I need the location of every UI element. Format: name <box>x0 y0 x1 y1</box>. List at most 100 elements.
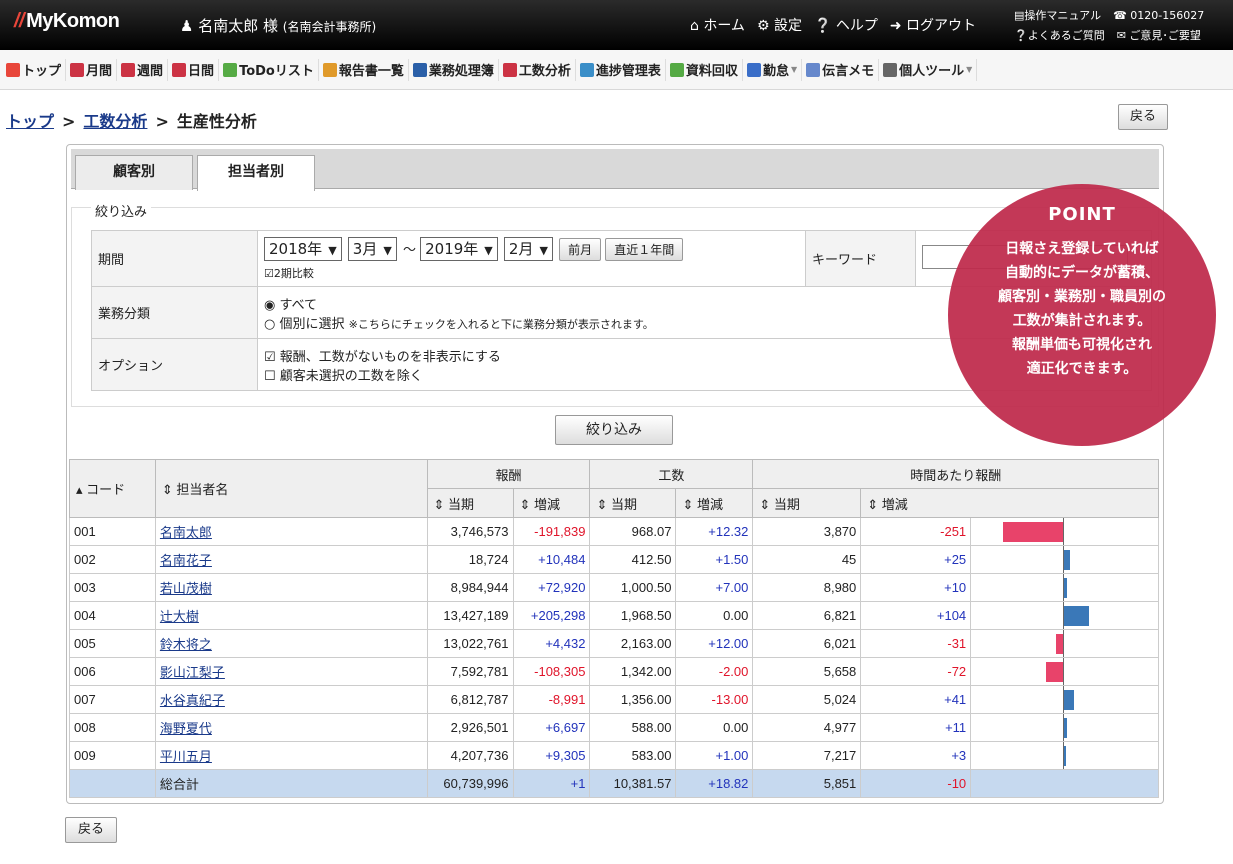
breadcrumb-top[interactable]: トップ <box>6 112 54 131</box>
rate-diff: -31 <box>860 629 972 658</box>
toolbar-item[interactable]: 工数分析 <box>499 58 576 81</box>
toolbar-icon <box>883 62 898 77</box>
faq-link[interactable]: ❔よくあるご質問 <box>1014 26 1105 46</box>
point-callout: POINT 日報さえ登録していれば 自動的にデータが蓄積、 顧客別・業務別・職員… <box>948 184 1216 446</box>
col-fee-diff[interactable]: ⇕ 増減 <box>512 488 591 518</box>
nav-home[interactable]: ⌂ ホーム <box>690 15 745 35</box>
staff-name-cell: 名南太郎 <box>154 517 428 546</box>
toolbar-item[interactable]: 勤怠 ▼ <box>743 58 803 81</box>
feedback-link[interactable]: ✉ ご意見･ご要望 <box>1117 26 1201 46</box>
fee-diff: -108,305 <box>512 657 591 686</box>
compare-checkbox[interactable]: ☑2期比較 <box>264 265 799 281</box>
toolbar-item[interactable]: 進捗管理表 <box>576 58 666 81</box>
option-label: オプション <box>91 338 258 391</box>
sort-icon: ⇕ <box>867 496 882 512</box>
back-button[interactable]: 戻る <box>1118 104 1168 130</box>
toolbar-icon <box>172 62 187 77</box>
nav-logout[interactable]: ➜ ログアウト <box>890 15 976 35</box>
chevron-down-icon: ▼ <box>484 243 493 257</box>
staff-name-cell: 海野夏代 <box>154 713 428 742</box>
book-icon: ▤ <box>1014 9 1025 22</box>
sort-icon: ⇕ <box>759 496 774 512</box>
to-month-select[interactable]: 2月 ▼ <box>503 236 553 261</box>
rate-diff: +41 <box>860 685 972 714</box>
col-fee-current[interactable]: ⇕ 当期 <box>426 488 514 518</box>
to-year-select[interactable]: 2019年 ▼ <box>420 236 498 261</box>
fee-diff: +72,920 <box>512 573 591 602</box>
col-code[interactable]: ▴ コード <box>69 459 156 518</box>
app-logo[interactable]: //MyKomon <box>14 10 120 33</box>
recent-year-button[interactable]: 直近１年間 <box>605 237 684 261</box>
phone-number: ☎ 0120-156027 <box>1113 9 1205 22</box>
period-label: 期間 <box>91 230 258 287</box>
chevron-down-icon: ▼ <box>383 243 392 257</box>
chevron-down-icon: ▼ <box>790 65 798 74</box>
breadcrumb-sep: > <box>155 112 169 131</box>
prev-month-button[interactable]: 前月 <box>559 237 602 261</box>
staff-name-link[interactable]: 辻大樹 <box>160 609 199 624</box>
back-button-bottom[interactable]: 戻る <box>65 817 117 843</box>
col-hours-current[interactable]: ⇕ 当期 <box>589 488 677 518</box>
col-rate-current[interactable]: ⇕ 当期 <box>752 488 862 518</box>
table-row: 004 辻大樹 13,427,189 +205,298 1,968.50 0.00 6,82… <box>69 601 1159 630</box>
hours-current: 968.07 <box>589 517 677 546</box>
staff-code: 007 <box>69 685 156 714</box>
table-row: 006 影山江梨子 7,592,781 -108,305 1,342.00 -2.00 5,… <box>69 657 1159 686</box>
toolbar-label: 進捗管理表 <box>595 64 661 79</box>
nav-settings[interactable]: ⚙ 設定 <box>757 15 802 35</box>
fee-diff: -191,839 <box>512 517 591 546</box>
staff-name-link[interactable]: 影山江梨子 <box>160 665 225 680</box>
toolbar-label: 週間 <box>137 64 164 79</box>
manual-link[interactable]: ▤操作マニュアル <box>1014 6 1101 26</box>
filter-title: 絞り込み <box>91 201 152 220</box>
toolbar-item[interactable]: ToDoリスト <box>219 58 319 81</box>
toolbar-item[interactable]: 週間 <box>117 58 169 81</box>
toolbar-item[interactable]: 月間 <box>66 58 118 81</box>
toolbar-icon <box>579 62 594 77</box>
toolbar-item[interactable]: 報告書一覧 <box>319 58 409 81</box>
staff-name-link[interactable]: 平川五月 <box>160 749 212 764</box>
table-row: 005 鈴木将之 13,022,761 +4,432 2,163.00 +12.00 6,0… <box>69 629 1159 658</box>
rate-diff-bar <box>1064 578 1067 598</box>
col-name[interactable]: ⇕ 担当者名 <box>154 459 428 518</box>
toolbar-item[interactable]: 日間 <box>168 58 220 81</box>
total-rate-diff: -10 <box>860 769 972 798</box>
toolbar-label: 勤怠 <box>762 64 789 79</box>
staff-code: 006 <box>69 657 156 686</box>
rate-diff: +3 <box>860 741 972 770</box>
breadcrumb-analysis[interactable]: 工数分析 <box>83 112 147 131</box>
rate-current: 3,870 <box>752 517 862 546</box>
help-icon: ❔ <box>813 18 836 34</box>
staff-name-link[interactable]: 名南花子 <box>160 553 212 568</box>
hours-current: 1,356.00 <box>589 685 677 714</box>
rate-current: 45 <box>752 545 862 574</box>
gear-icon: ⚙ <box>756 18 774 34</box>
staff-name-link[interactable]: 若山茂樹 <box>160 581 212 596</box>
bar-axis <box>1063 630 1065 657</box>
staff-name-link[interactable]: 海野夏代 <box>160 721 212 736</box>
toolbar-item[interactable]: 業務処理簿 <box>409 58 499 81</box>
hours-current: 2,163.00 <box>589 629 677 658</box>
toolbar-icon <box>223 62 238 77</box>
staff-name-link[interactable]: 鈴木将之 <box>160 637 212 652</box>
toolbar-item[interactable]: 資料回収 <box>666 58 743 81</box>
filter-submit-button[interactable]: 絞り込み <box>555 415 673 445</box>
col-hours-diff[interactable]: ⇕ 増減 <box>675 488 754 518</box>
staff-name-link[interactable]: 水谷真紀子 <box>160 693 225 708</box>
staff-name-link[interactable]: 名南太郎 <box>160 525 212 540</box>
col-rate-diff[interactable]: ⇕ 増減 <box>860 488 971 518</box>
toolbar-icon <box>322 62 337 77</box>
from-month-select[interactable]: 3月 ▼ <box>347 236 397 261</box>
toolbar-item[interactable]: トップ <box>2 58 67 81</box>
tab-staff[interactable]: 担当者別 <box>197 155 315 191</box>
tab-customer[interactable]: 顧客別 <box>75 155 193 190</box>
toolbar-item[interactable]: 個人ツール ▼ <box>879 58 978 81</box>
toolbar-item[interactable]: 伝言メモ <box>802 58 880 81</box>
nav-help[interactable]: ❔ ヘルプ <box>814 15 878 35</box>
fee-current: 18,724 <box>426 545 514 574</box>
from-year-select[interactable]: 2018年 ▼ <box>264 236 342 261</box>
staff-name-cell: 平川五月 <box>154 741 428 770</box>
rate-diff: +104 <box>860 601 972 630</box>
question-icon: ❔ <box>1014 29 1028 42</box>
toolbar-label: 日間 <box>188 64 215 79</box>
